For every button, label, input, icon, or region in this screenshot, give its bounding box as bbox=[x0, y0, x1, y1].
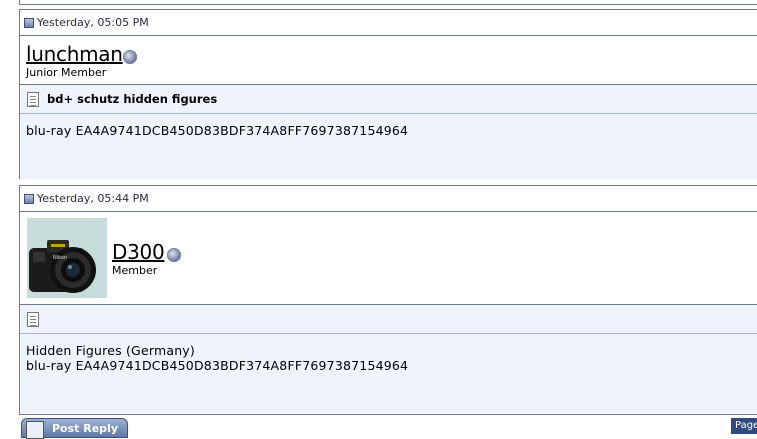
message-title: bd+ schutz hidden figures bbox=[47, 92, 218, 106]
camera-avatar-icon: Nikon bbox=[27, 218, 107, 298]
offline-status-icon bbox=[167, 248, 181, 262]
user-title: Member bbox=[112, 264, 158, 277]
avatar[interactable]: Nikon bbox=[27, 218, 107, 298]
post-icon bbox=[24, 193, 34, 204]
post-reply-button[interactable]: Post Reply bbox=[21, 418, 128, 439]
post-header: Yesterday, 05:44 PM bbox=[20, 186, 757, 212]
previous-post-edge bbox=[19, 0, 757, 5]
username-link[interactable]: lunchman bbox=[26, 42, 123, 66]
message-body: Hidden Figures (Germany) blu-ray EA4A974… bbox=[20, 334, 757, 373]
message-title-row: bd+ schutz hidden figures bbox=[20, 85, 757, 114]
user-info: Nikon D300 Member bbox=[20, 212, 757, 305]
username-link[interactable]: D300 bbox=[112, 240, 165, 264]
post-header: Yesterday, 05:05 PM bbox=[20, 10, 757, 36]
user-title: Junior Member bbox=[26, 66, 107, 79]
offline-status-icon bbox=[123, 50, 137, 64]
message-line: blu-ray EA4A9741DCB450D83BDF374A8FF76973… bbox=[26, 358, 409, 373]
post-icon bbox=[24, 17, 34, 28]
document-icon bbox=[27, 91, 39, 107]
post-timestamp: Yesterday, 05:05 PM bbox=[37, 16, 149, 29]
post: Yesterday, 05:05 PM lunchman Junior Memb… bbox=[19, 9, 757, 179]
message-area: Hidden Figures (Germany) blu-ray EA4A974… bbox=[20, 305, 757, 413]
post: Yesterday, 05:44 PM Nikon D300 Member Hi… bbox=[19, 185, 757, 415]
post-timestamp: Yesterday, 05:44 PM bbox=[37, 192, 149, 205]
user-info: lunchman Junior Member bbox=[20, 36, 757, 85]
svg-text:Nikon: Nikon bbox=[53, 255, 67, 261]
post-reply-label: Post Reply bbox=[52, 422, 118, 435]
page-navigation[interactable]: Page bbox=[731, 418, 757, 434]
message-title-row bbox=[20, 305, 757, 334]
message-body: blu-ray EA4A9741DCB450D83BDF374A8FF76973… bbox=[20, 114, 757, 138]
page-label: Page bbox=[735, 420, 757, 431]
message-area: bd+ schutz hidden figures blu-ray EA4A97… bbox=[20, 85, 757, 179]
message-line: Hidden Figures (Germany) bbox=[26, 343, 195, 358]
reply-icon bbox=[26, 421, 44, 439]
message-line: blu-ray EA4A9741DCB450D83BDF374A8FF76973… bbox=[26, 123, 409, 138]
document-icon bbox=[27, 311, 39, 327]
